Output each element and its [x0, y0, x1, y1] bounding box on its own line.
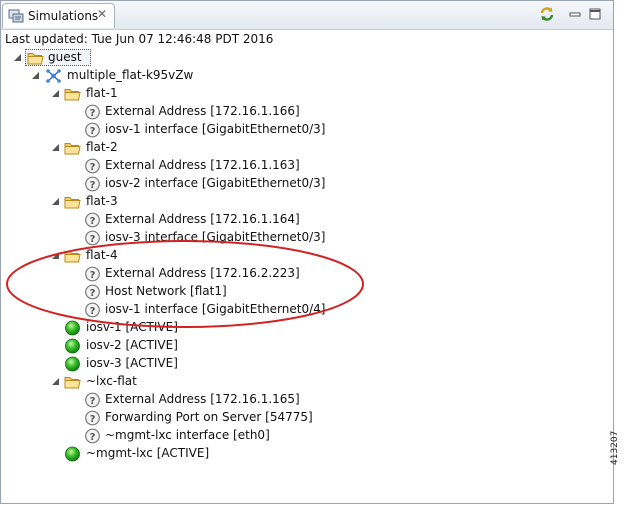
help-icon — [84, 302, 101, 318]
simulations-icon — [8, 9, 24, 23]
help-icon — [84, 284, 101, 300]
last-updated-text: Last updated: Tue Jun 07 12:46:48 PDT 20… — [5, 32, 274, 46]
expanded-twisty-icon[interactable] — [31, 69, 41, 81]
maximize-icon[interactable] — [587, 6, 603, 22]
tree-label: multiple_flat-k95vZw — [67, 68, 194, 82]
tab-simulations[interactable]: Simulations ✕ — [2, 3, 115, 28]
active-status-icon — [64, 320, 81, 336]
tree-label: External Address [172.16.2.223] — [105, 266, 300, 280]
help-icon — [84, 266, 101, 282]
folder-icon — [64, 248, 81, 264]
help-icon — [84, 428, 101, 444]
help-icon — [84, 212, 101, 228]
tree-label: iosv-1 [ACTIVE] — [86, 320, 178, 334]
tree-label: Forwarding Port on Server [54775] — [105, 410, 313, 424]
minimize-icon[interactable] — [567, 6, 583, 22]
tree-label: guest — [48, 50, 82, 64]
tree-label: iosv-3 [ACTIVE] — [86, 356, 178, 370]
folder-icon — [64, 374, 81, 390]
help-icon — [84, 104, 101, 120]
tree-label: flat-3 — [86, 194, 118, 208]
active-status-icon — [64, 446, 81, 462]
tree-label: ~lxc-flat — [86, 374, 137, 388]
tree-label: flat-1 — [86, 86, 118, 100]
expanded-twisty-icon[interactable] — [13, 51, 23, 63]
simulations-view: Simulations ✕ Last updated: Tue Jun 07 1… — [0, 0, 614, 504]
expanded-twisty-icon[interactable] — [51, 141, 61, 153]
tree-label: External Address [172.16.1.166] — [105, 104, 300, 118]
figure-id: 413207 — [610, 430, 620, 465]
active-status-icon — [64, 338, 81, 354]
folder-icon — [27, 50, 44, 66]
tree-label: External Address [172.16.1.164] — [105, 212, 300, 226]
help-icon — [84, 158, 101, 174]
close-icon[interactable]: ✕ — [97, 7, 107, 21]
tree-label: ~mgmt-lxc interface [eth0] — [105, 428, 270, 442]
folder-icon — [64, 86, 81, 102]
tree-label: iosv-3 interface [GigabitEthernet0/3] — [105, 230, 326, 244]
help-icon — [84, 122, 101, 138]
help-icon — [84, 392, 101, 408]
tree-label: iosv-2 [ACTIVE] — [86, 338, 178, 352]
expanded-twisty-icon[interactable] — [51, 249, 61, 261]
tree-label: ~mgmt-lxc [ACTIVE] — [86, 446, 210, 460]
help-icon — [84, 230, 101, 246]
folder-icon — [64, 194, 81, 210]
tab-title: Simulations — [28, 9, 99, 23]
expanded-twisty-icon[interactable] — [51, 195, 61, 207]
expanded-twisty-icon[interactable] — [51, 87, 61, 99]
tree-label: Host Network [flat1] — [105, 284, 227, 298]
view-tab-bar: Simulations ✕ — [1, 1, 613, 30]
expanded-twisty-icon[interactable] — [51, 375, 61, 387]
tree-label: External Address [172.16.1.163] — [105, 158, 300, 172]
tree-label: iosv-2 interface [GigabitEthernet0/3] — [105, 176, 326, 190]
active-status-icon — [64, 356, 81, 372]
topology-icon — [45, 68, 62, 84]
help-icon — [84, 410, 101, 426]
tree-label: iosv-1 interface [GigabitEthernet0/4] — [105, 302, 326, 316]
tree-label: flat-2 — [86, 140, 118, 154]
tree-label: iosv-1 interface [GigabitEthernet0/3] — [105, 122, 326, 136]
tree-label: flat-4 — [86, 248, 118, 262]
help-icon — [84, 176, 101, 192]
folder-icon — [64, 140, 81, 156]
tree-label: External Address [172.16.1.165] — [105, 392, 300, 406]
refresh-icon[interactable] — [539, 6, 555, 22]
